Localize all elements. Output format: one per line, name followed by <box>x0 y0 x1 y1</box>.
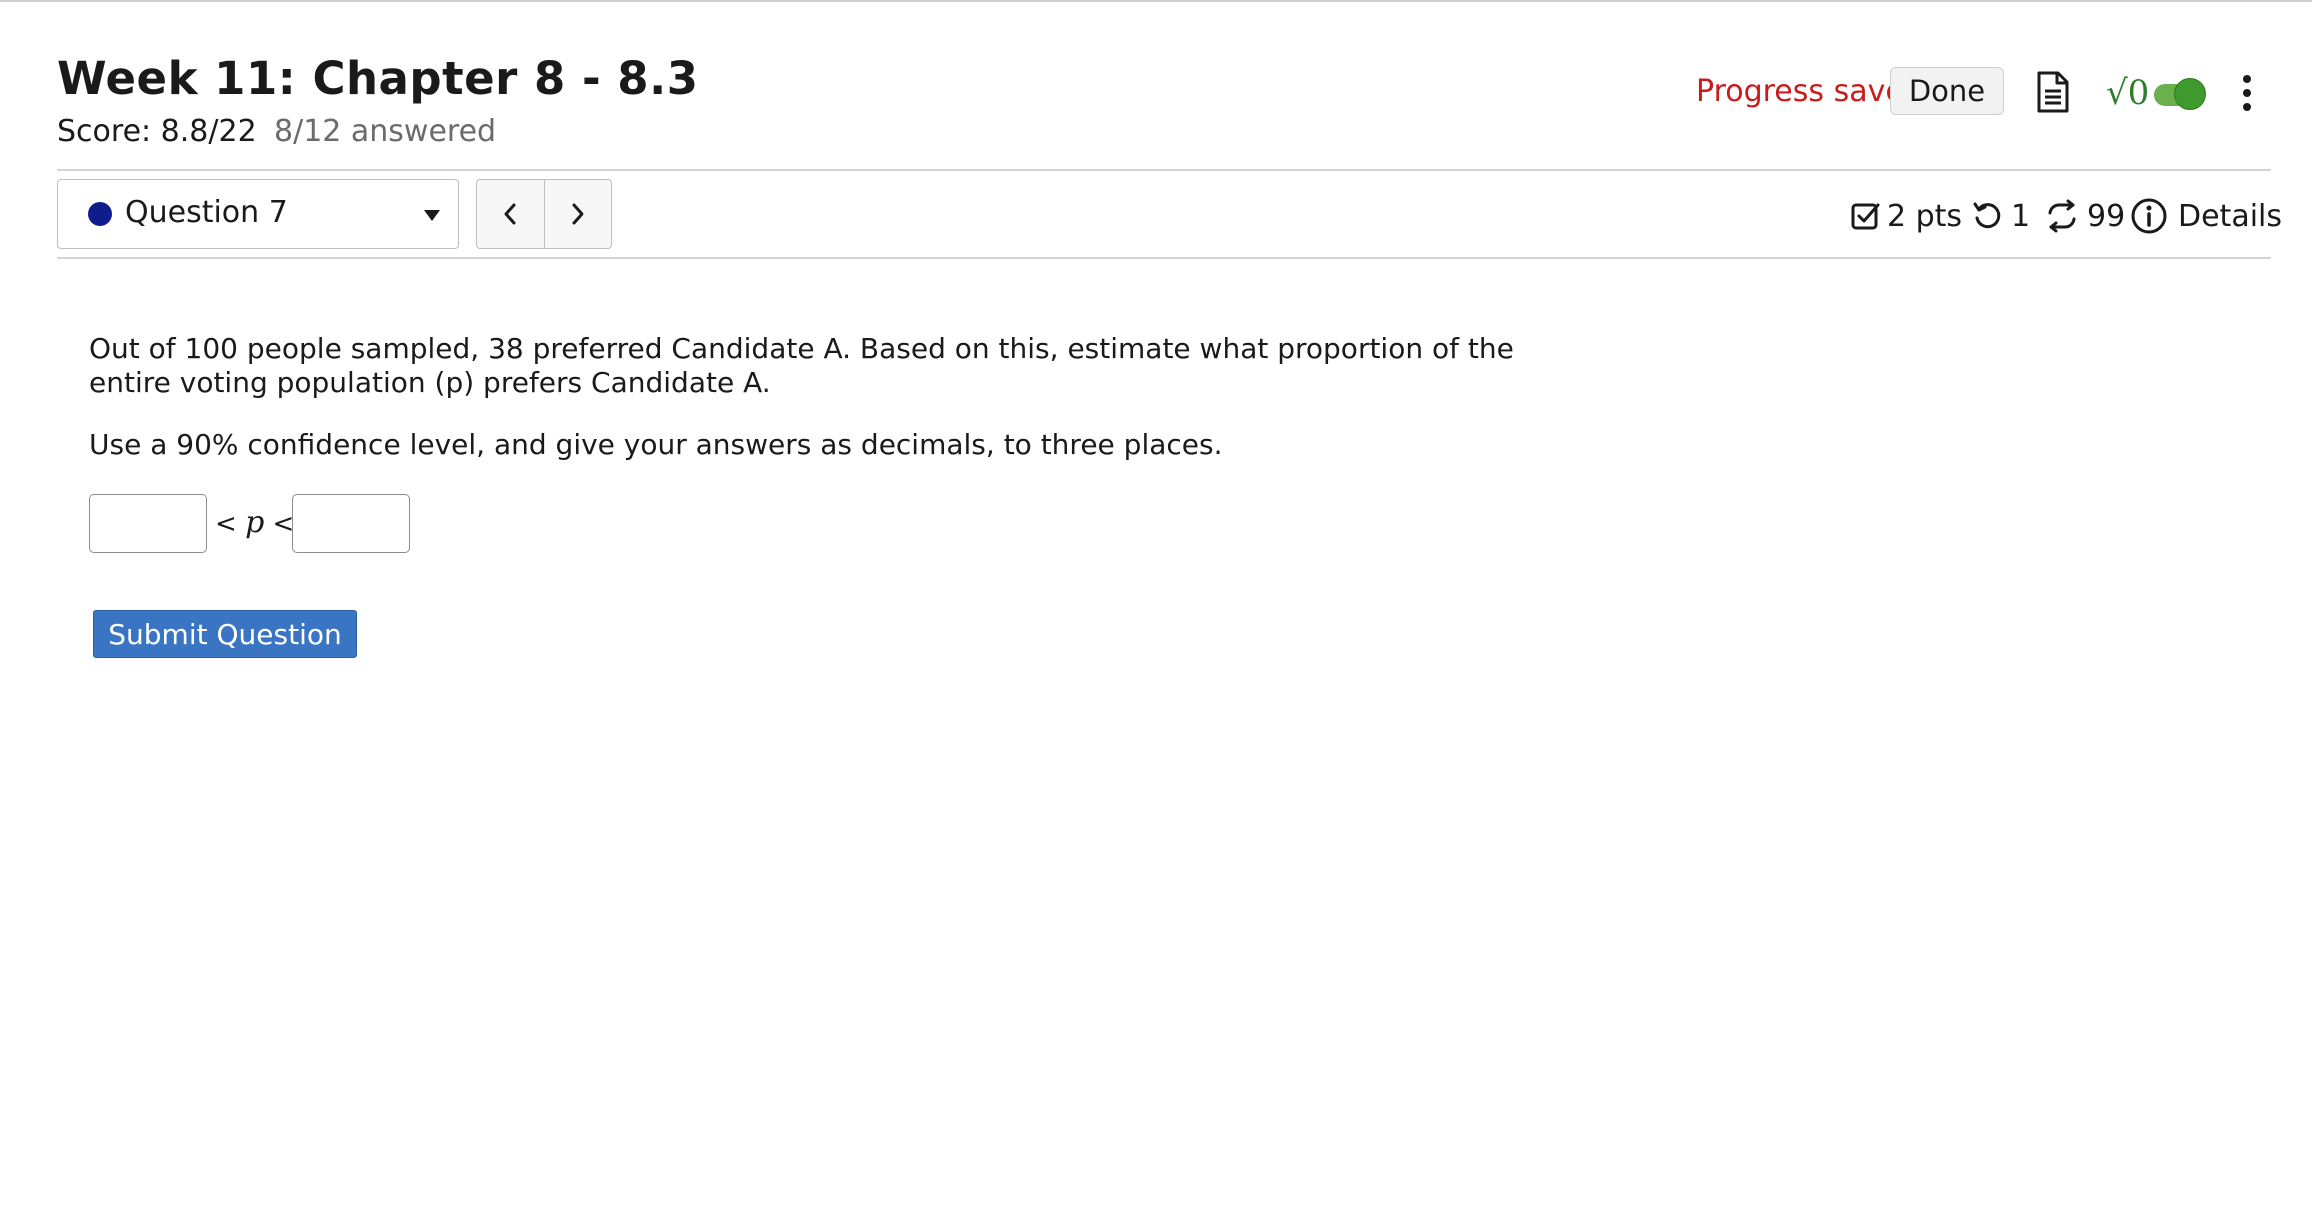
caret-down-icon <box>424 210 440 221</box>
submit-question-button[interactable]: Submit Question <box>93 610 357 658</box>
inequality-expression: < p < <box>215 505 294 540</box>
toggle-knob <box>2174 78 2206 110</box>
document-icon[interactable] <box>2036 71 2070 113</box>
regenerations-info: 99 <box>2045 194 2125 238</box>
attempts-info: 1 <box>1971 194 2030 238</box>
sqrt-icon: √0 <box>2106 73 2150 113</box>
points-info: 2 pts <box>1851 194 1962 238</box>
less-than-symbol: < <box>215 509 237 539</box>
answered-count: 8/12 answered <box>274 114 497 149</box>
question-prompt: Out of 100 people sampled, 38 preferred … <box>89 332 1514 399</box>
checkbox-icon <box>1851 203 1880 230</box>
math-entry-toggle[interactable]: √0 <box>2106 68 2206 118</box>
lower-bound-input[interactable] <box>89 494 207 553</box>
question-instructions: Use a 90% confidence level, and give you… <box>89 428 1223 461</box>
page-title: Week 11: Chapter 8 - 8.3 <box>57 52 699 105</box>
nav-divider <box>57 257 2271 259</box>
question-select[interactable]: Question 7 <box>57 179 459 249</box>
question-nav-group <box>476 179 612 249</box>
attempts-value: 1 <box>2011 198 2031 234</box>
points-value: 2 pts <box>1887 198 1963 234</box>
info-icon <box>2131 198 2167 234</box>
more-vertical-icon[interactable] <box>2236 72 2258 114</box>
regenerations-value: 99 <box>2087 198 2126 234</box>
question-status-dot <box>88 202 112 226</box>
upper-bound-input[interactable] <box>292 494 410 553</box>
regenerate-icon <box>2048 199 2076 233</box>
progress-saved-status: Progress saved <box>1696 74 1923 109</box>
retry-icon <box>1973 202 2001 229</box>
score-text: Score: 8.8/22 <box>57 114 257 149</box>
previous-question-button[interactable] <box>477 180 544 248</box>
header-divider <box>57 169 2271 171</box>
chevron-right-icon <box>572 203 584 225</box>
next-question-button[interactable] <box>543 180 612 248</box>
chevron-left-icon <box>504 203 516 225</box>
details-button[interactable]: Details <box>2130 194 2282 238</box>
top-border <box>0 0 2312 2</box>
proportion-variable: p <box>245 505 265 540</box>
done-button[interactable]: Done <box>1890 67 2004 115</box>
question-select-label: Question 7 <box>125 195 288 230</box>
details-label: Details <box>2178 198 2283 234</box>
